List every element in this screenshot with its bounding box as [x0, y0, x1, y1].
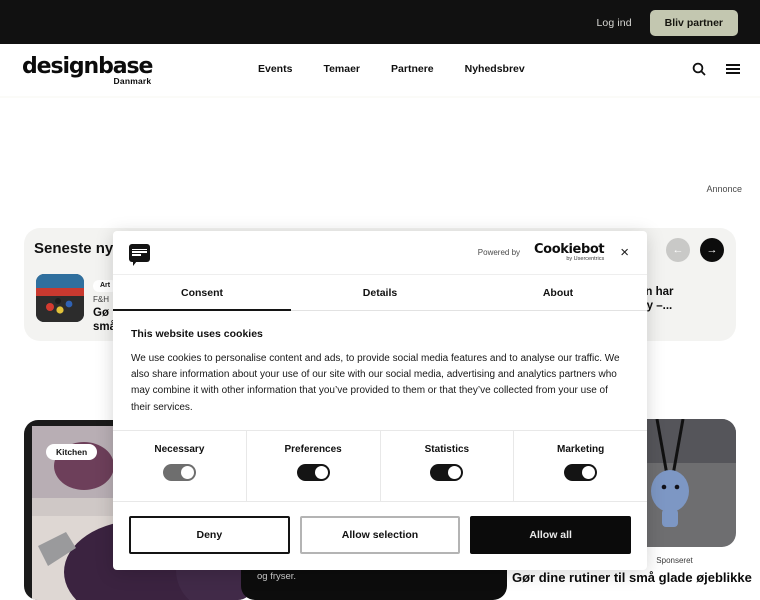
cookie-category-row: Necessary Preferences Statistics Marketi… [113, 429, 647, 502]
allow-selection-button[interactable]: Allow selection [299, 515, 461, 554]
cookiebot-speech-bubble-icon [129, 243, 150, 266]
cookie-dialog-body: This website uses cookies We use cookies… [113, 311, 647, 430]
cookie-category-necessary: Necessary [113, 430, 247, 501]
article-headline[interactable]: Gør dine rutiner til små glade øjeblikke [512, 570, 752, 586]
header-icon-group [692, 62, 740, 76]
cookie-dialog-title: This website uses cookies [131, 328, 263, 340]
latest-news-title: Seneste nyt [34, 240, 119, 257]
article-sponsored-label: Sponseret [656, 556, 693, 565]
cookie-consent-dialog: Powered by Cookiebot by Usercentrics × C… [113, 231, 647, 570]
nav-item-temaer[interactable]: Temaer [323, 63, 360, 75]
tile-tag-kitchen[interactable]: Kitchen [46, 444, 98, 460]
main-navigation: Events Temaer Partnere Nyhedsbrev [258, 63, 525, 75]
site-logo[interactable]: designbase Danmark [22, 54, 153, 86]
become-partner-button[interactable]: Bliv partner [649, 9, 738, 36]
nav-item-nyhedsbrev[interactable]: Nyhedsbrev [465, 63, 525, 75]
deny-button[interactable]: Deny [129, 515, 290, 554]
cookiebot-brand[interactable]: Cookiebot by Usercentrics [534, 241, 605, 263]
cookie-category-preferences: Preferences [247, 430, 381, 501]
page-root: Log ind Bliv partner designbase Danmark … [0, 0, 760, 600]
latest-news-card-1[interactable]: Art F&H Gø små [36, 274, 118, 334]
annonce-label: Annonce [706, 184, 742, 194]
cookie-category-marketing: Marketing [514, 431, 647, 501]
nav-item-events[interactable]: Events [258, 63, 292, 75]
cookie-category-label: Statistics [424, 443, 470, 455]
cookie-dialog-tabs: Consent Details About [113, 275, 647, 311]
cookie-category-label: Necessary [154, 443, 205, 455]
hamburger-menu-icon[interactable] [726, 64, 740, 74]
logo-wordmark: designbase [22, 54, 153, 79]
nav-item-partnere[interactable]: Partnere [391, 63, 434, 75]
powered-by-label: Powered by [477, 248, 521, 257]
cookiebot-brand-sub: by Usercentrics [566, 255, 605, 262]
allow-all-button[interactable]: Allow all [470, 515, 632, 554]
carousel-prev-arrow-icon[interactable]: ← [666, 238, 690, 262]
toggle-marketing[interactable] [564, 463, 598, 481]
search-icon[interactable] [692, 62, 706, 76]
toggle-statistics[interactable] [430, 463, 464, 481]
close-icon[interactable]: × [618, 243, 631, 262]
cookie-category-label: Preferences [284, 443, 342, 455]
cookie-dialog-actions: Deny Allow selection Allow all [113, 502, 647, 570]
cookiebot-brand-name: Cookiebot [534, 241, 605, 257]
cookie-category-label: Marketing [557, 443, 605, 455]
cookie-dialog-header-right: Powered by Cookiebot by Usercentrics × [478, 243, 631, 263]
cookie-dialog-header: Powered by Cookiebot by Usercentrics × [113, 231, 647, 275]
cookie-dialog-description: We use cookies to personalise content an… [131, 353, 620, 413]
tab-about[interactable]: About [469, 275, 647, 311]
toggle-preferences[interactable] [296, 463, 330, 481]
tab-details[interactable]: Details [291, 275, 469, 311]
login-link[interactable]: Log ind [596, 17, 631, 29]
carousel-controls: ← → [666, 238, 724, 262]
carousel-next-arrow-icon[interactable]: → [700, 238, 724, 262]
toggle-necessary [162, 463, 196, 481]
cookie-category-statistics: Statistics [381, 430, 515, 501]
tab-consent[interactable]: Consent [113, 275, 291, 311]
latest-news-thumbnail [36, 274, 84, 322]
top-utility-bar: Log ind Bliv partner [0, 0, 760, 45]
